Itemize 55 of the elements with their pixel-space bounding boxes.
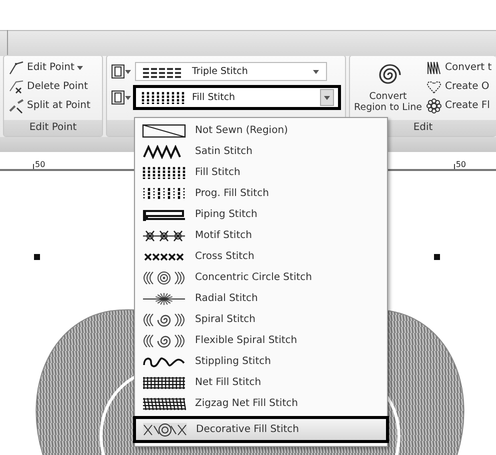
stitch-option[interactable]: Spiral Stitch [135, 309, 387, 330]
stitch-option[interactable]: Radial Stitch [135, 288, 387, 309]
ribbon-button[interactable]: Split at Point [8, 97, 90, 114]
stitch-pattern-icon [141, 312, 187, 326]
ribbon-button[interactable]: Create Fl [426, 97, 492, 114]
stitch-option[interactable]: Decorative Fill Stitch [133, 416, 389, 443]
stitch-pattern-icon [141, 376, 187, 390]
stitch-option[interactable]: Prog. Fill Stitch [135, 183, 387, 204]
caret-icon [324, 96, 330, 100]
stitch-pattern-icon [141, 354, 187, 368]
selection-handle[interactable] [34, 254, 40, 260]
ruler-label: 50 [35, 160, 46, 169]
stitch-pattern-icon [141, 166, 187, 180]
stitch-option[interactable]: Piping Stitch [135, 204, 387, 225]
convert-region-button[interactable]: Convert Region to Line [354, 59, 422, 117]
stitch-pattern-icon [141, 292, 187, 306]
stitch-pattern-icon [141, 270, 187, 284]
split-point-icon [8, 98, 24, 114]
stitch-option[interactable]: Net Fill Stitch [135, 372, 387, 393]
stitch-option[interactable]: Flexible Spiral Stitch [135, 330, 387, 351]
stitch-pattern-icon [140, 90, 186, 104]
stitch-option[interactable]: Concentric Circle Stitch [135, 267, 387, 288]
menu-button[interactable]: Edit Point [8, 59, 90, 76]
stitch-pattern-icon [141, 334, 187, 348]
stitch-pattern-icon [141, 396, 187, 410]
stitch-option[interactable]: Satin Stitch [135, 141, 387, 162]
region-type-dropdown[interactable]: Fill Stitch [133, 85, 341, 110]
caret-icon [77, 66, 84, 70]
heart-outline-icon [426, 78, 442, 94]
stitch-option[interactable]: Fill Stitch [135, 162, 387, 183]
thread-color-button[interactable] [111, 88, 131, 107]
line-type-dropdown[interactable]: Triple Stitch [135, 62, 327, 81]
flower-icon [426, 98, 442, 114]
ruler-label: 50 [456, 160, 466, 169]
caret-icon [313, 70, 319, 74]
delete-point-icon [8, 78, 24, 94]
ribbon-button[interactable]: Convert t [426, 59, 492, 76]
stitch-option[interactable]: Motif Stitch [135, 225, 387, 246]
stitch-pattern-icon [141, 208, 187, 222]
ribbon-button[interactable]: Create O [426, 78, 492, 95]
selection-handle[interactable] [434, 254, 440, 260]
group-label: Edit Point [4, 120, 102, 136]
stitch-pattern-icon [141, 186, 187, 200]
stitch-option[interactable]: Cross Stitch [135, 246, 387, 267]
stitch-option[interactable]: Zigzag Net Fill Stitch [135, 393, 387, 414]
caret-icon [125, 70, 131, 74]
pen-line-icon [8, 60, 24, 76]
ribbon-button[interactable]: Delete Point [8, 78, 90, 95]
stitch-pattern-icon [142, 422, 188, 436]
stitch-pattern-icon [141, 228, 187, 242]
stitch-option[interactable]: Stippling Stitch [135, 351, 387, 372]
caret-icon [125, 96, 131, 100]
zigzag-icon [426, 60, 442, 76]
stitch-pattern-icon [141, 124, 187, 138]
thread-color-button[interactable] [111, 62, 131, 81]
